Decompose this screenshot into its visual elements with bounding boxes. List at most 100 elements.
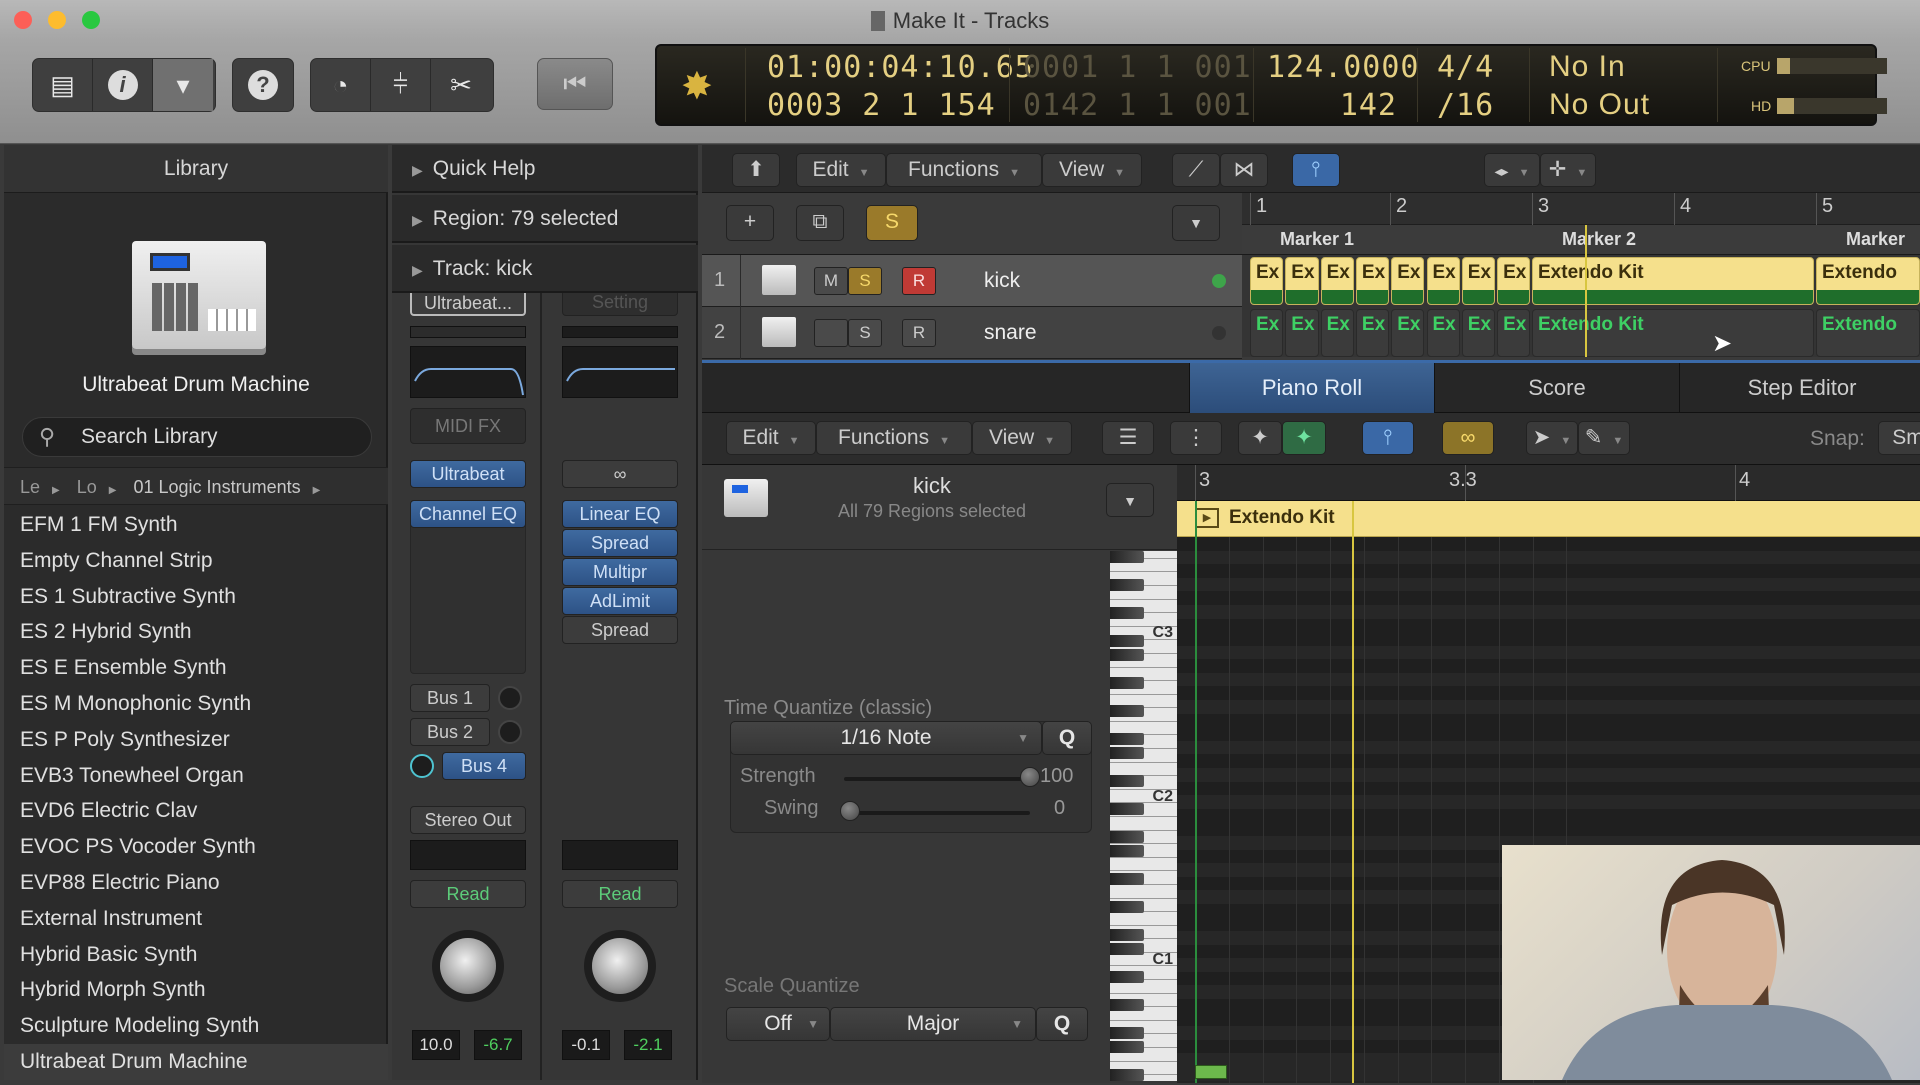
send-bus-4[interactable]: Bus 4 <box>442 752 526 780</box>
quick-help-button[interactable]: ? <box>233 59 293 111</box>
scale-root-dropdown[interactable]: Off ▼ <box>726 1007 830 1041</box>
global-solo-button[interactable]: S <box>866 205 918 241</box>
library-item[interactable]: EVP88 Electric Piano <box>4 865 388 901</box>
black-key[interactable] <box>1110 648 1144 662</box>
region[interactable]: Ex <box>1355 309 1390 357</box>
black-key[interactable] <box>1110 704 1144 718</box>
library-item[interactable]: ES 2 Hybrid Synth <box>4 614 388 650</box>
group-slot[interactable] <box>562 840 678 870</box>
black-key[interactable] <box>1110 774 1144 788</box>
editors-button[interactable]: ✂ <box>431 59 491 111</box>
midi-out-button[interactable]: ✦ <box>1282 421 1326 455</box>
library-item[interactable]: EVD6 Electric Clav <box>4 793 388 829</box>
audio-fx-slot[interactable]: Linear EQ <box>562 500 678 528</box>
eq-display[interactable] <box>562 346 678 398</box>
collapse-button[interactable]: ☰ <box>1102 421 1154 455</box>
black-key[interactable] <box>1110 732 1144 746</box>
stereo-link-button[interactable]: ∞ <box>562 460 678 488</box>
audio-fx-slot[interactable]: Spread <box>562 529 678 557</box>
pan-knob[interactable] <box>592 938 648 994</box>
editor-functions-menu[interactable]: Functions ▼ <box>816 421 972 455</box>
playhead[interactable] <box>1352 501 1354 1083</box>
track-header-options-button[interactable]: ▼ <box>1172 205 1220 241</box>
region[interactable]: Extendo Kit <box>1532 309 1814 357</box>
black-key[interactable] <box>1110 606 1144 620</box>
toolbar-button[interactable]: ▾ <box>153 59 213 111</box>
marker[interactable]: Marker <box>1846 229 1905 250</box>
piano-keyboard[interactable]: C3 C2 C1 <box>1110 551 1177 1082</box>
editor-options-button[interactable]: ▼ <box>1106 483 1154 517</box>
group-slot[interactable] <box>410 840 526 870</box>
region[interactable]: Ex <box>1391 309 1425 357</box>
quantize-button[interactable]: Q <box>1042 721 1092 755</box>
editor-view-menu[interactable]: View ▼ <box>972 421 1072 455</box>
output-slot[interactable]: Stereo Out <box>410 806 526 834</box>
region[interactable]: Ex <box>1426 309 1460 357</box>
add-track-button[interactable]: + <box>726 205 774 241</box>
editor-ruler[interactable]: 3 3.3 4 <box>1177 465 1920 501</box>
black-key[interactable] <box>1110 872 1144 886</box>
track-header-snare[interactable]: 2 S Rsnare <box>702 307 1242 359</box>
mute-button[interactable] <box>814 319 848 347</box>
snap-dropdown[interactable]: Sm <box>1878 421 1920 455</box>
tempo[interactable]: 124.0000 <box>1267 50 1419 85</box>
editor-region-bar[interactable]: ▶ Extendo Kit <box>1177 501 1920 537</box>
swing-slider[interactable] <box>844 811 1030 815</box>
region[interactable]: Ex <box>1426 257 1460 305</box>
midi-note[interactable] <box>1195 1065 1227 1079</box>
mute-button[interactable]: M <box>814 267 848 295</box>
mixer-button[interactable]: ⫩ <box>371 59 431 111</box>
black-key[interactable] <box>1110 676 1144 690</box>
region[interactable]: Ex <box>1461 257 1496 305</box>
region[interactable]: Ex <box>1250 309 1284 357</box>
black-key[interactable] <box>1110 998 1144 1012</box>
division[interactable]: /16 <box>1437 88 1494 123</box>
black-key[interactable] <box>1110 1026 1144 1040</box>
region[interactable]: Ex <box>1285 309 1319 357</box>
breadcrumb-item[interactable]: 01 Logic Instruments <box>134 477 301 497</box>
send-level-knob[interactable] <box>410 754 434 778</box>
playhead[interactable] <box>1585 225 1587 357</box>
black-key[interactable] <box>1110 900 1144 914</box>
record-enable-button[interactable]: R <box>902 267 936 295</box>
library-item[interactable]: ES M Monophonic Synth <box>4 686 388 722</box>
inspector-button[interactable]: i <box>93 59 153 111</box>
black-key[interactable] <box>1110 1040 1144 1054</box>
gear-icon[interactable]: ✸ <box>681 64 713 109</box>
library-item[interactable]: Hybrid Basic Synth <box>4 937 388 973</box>
midi-fx-slot[interactable]: MIDI FX <box>410 408 526 444</box>
time-signature[interactable]: 4/4 <box>1437 50 1494 85</box>
track-name[interactable]: snare <box>984 321 1037 345</box>
breadcrumb-item[interactable]: Le <box>20 477 40 497</box>
black-key[interactable] <box>1110 551 1144 564</box>
region[interactable]: Ex <box>1355 257 1390 305</box>
region[interactable]: Ex <box>1320 309 1354 357</box>
black-key[interactable] <box>1110 928 1144 942</box>
catch-playhead-button[interactable]: ⫯ <box>1362 421 1414 455</box>
black-key[interactable] <box>1110 746 1144 760</box>
editor-edit-menu[interactable]: Edit ▼ <box>726 421 816 455</box>
black-key[interactable] <box>1110 830 1144 844</box>
library-item[interactable]: ES 1 Subtractive Synth <box>4 579 388 615</box>
library-item[interactable]: Hybrid Morph Synth <box>4 972 388 1008</box>
volume-value[interactable]: -0.1 <box>562 1030 610 1060</box>
track-header-kick[interactable]: 1 M S Rkick <box>702 255 1242 307</box>
send-bus-1[interactable]: Bus 1 <box>410 684 490 712</box>
swing-slider-thumb[interactable] <box>840 801 860 821</box>
library-search-input[interactable]: ⚲ Search Library <box>22 417 372 457</box>
tab-piano-roll[interactable]: Piano Roll <box>1189 363 1434 413</box>
library-item[interactable]: EFM 1 FM Synth <box>4 507 388 543</box>
catch-playhead-button[interactable]: ⫯ <box>1292 153 1340 187</box>
library-item[interactable]: Ultrabeat Drum Machine <box>4 1044 388 1080</box>
instrument-slot[interactable]: Ultrabeat <box>410 460 526 488</box>
region-inspector-section[interactable]: ▶ Region: 79 selected <box>392 195 698 243</box>
audio-fx-slot[interactable]: Spread <box>562 616 678 644</box>
library-button[interactable]: ▤ <box>33 59 93 111</box>
region[interactable]: Ex <box>1391 257 1425 305</box>
strength-slider-thumb[interactable] <box>1020 767 1040 787</box>
back-button[interactable]: ⬆ <box>732 153 780 187</box>
black-key[interactable] <box>1110 802 1144 816</box>
midi-in-button[interactable]: ✦ <box>1238 421 1282 455</box>
library-item[interactable]: Sculpture Modeling Synth <box>4 1008 388 1044</box>
horizontal-zoom-button[interactable]: ◂▸ ▼ <box>1484 153 1540 187</box>
